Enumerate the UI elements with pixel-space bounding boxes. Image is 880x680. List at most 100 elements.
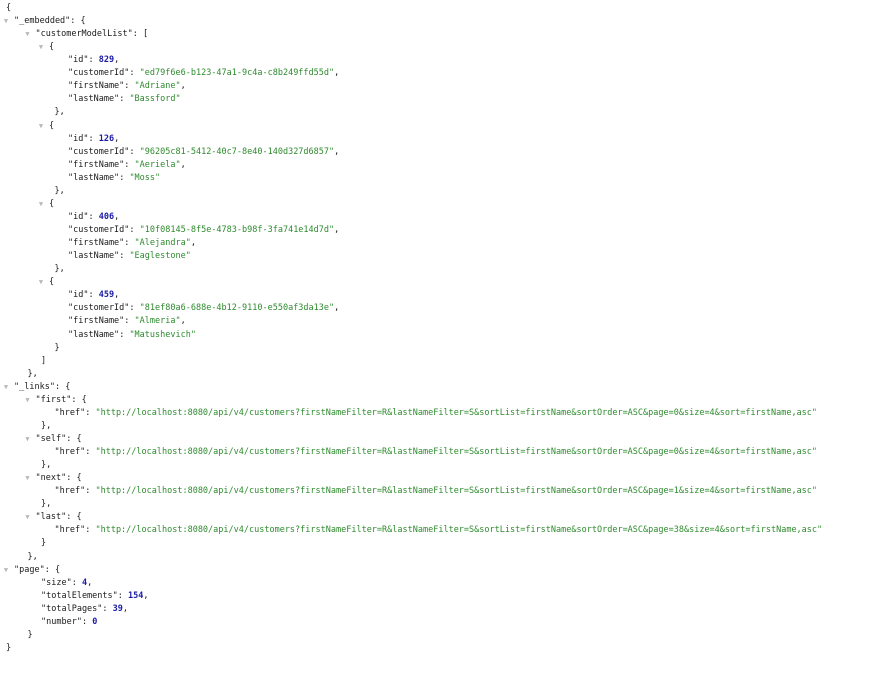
json-line: "href": "http://localhost:8080/api/v4/cu… (0, 407, 880, 420)
json-line-content: }, (41, 498, 51, 511)
json-punctuation: }, (54, 264, 65, 275)
json-line: }, (0, 263, 880, 276)
json-key: "page" (14, 564, 45, 575)
json-key: "_embedded" (14, 16, 71, 27)
json-punctuation: : (102, 603, 113, 614)
json-line-content: "totalElements": 154, (41, 590, 149, 603)
json-string-value: "http://localhost:8080/api/v4/customers?… (95, 525, 823, 536)
json-number-value: 459 (98, 290, 115, 301)
json-punctuation: , (180, 159, 186, 170)
json-line-content: } (28, 629, 33, 642)
json-line-content: "href": "http://localhost:8080/api/v4/cu… (55, 485, 818, 498)
json-line-content: ] (41, 355, 46, 368)
json-punctuation: , (180, 81, 186, 92)
json-line-content: { (49, 120, 54, 133)
json-punctuation: : (124, 316, 135, 327)
json-key: "id" (68, 211, 89, 222)
collapse-triangle-icon[interactable]: ▼ (24, 28, 32, 41)
collapse-triangle-icon[interactable]: ▼ (2, 15, 10, 28)
json-line-content: "customerId": "ed79f6e6-b123-47a1-9c4a-c… (68, 67, 339, 80)
json-key: "firstName" (68, 316, 125, 327)
json-key: "lastName" (68, 172, 120, 183)
collapse-triangle-icon[interactable]: ▼ (24, 472, 32, 485)
json-line: } (0, 629, 880, 642)
json-punctuation: : (119, 329, 130, 340)
json-line: "lastName": "Moss" (0, 172, 880, 185)
json-punctuation: , (122, 603, 129, 614)
json-punctuation: : { (66, 512, 82, 523)
json-punctuation: : { (70, 16, 86, 27)
json-punctuation: : (129, 68, 140, 79)
json-punctuation: , (180, 316, 186, 327)
json-line-content: "lastName": "Bassford" (68, 93, 181, 106)
collapse-triangle-icon[interactable]: ▼ (37, 198, 45, 211)
json-punctuation: } (27, 629, 33, 640)
collapse-triangle-icon[interactable]: ▼ (24, 511, 32, 524)
json-line: "customerId": "96205c81-5412-40c7-8e40-1… (0, 146, 880, 159)
json-line: { (0, 2, 880, 15)
json-string-value: "Aeriela" (134, 159, 181, 170)
json-line: "href": "http://localhost:8080/api/v4/cu… (0, 485, 880, 498)
json-string-value: "Matushevich" (129, 329, 196, 340)
json-punctuation: : { (66, 433, 82, 444)
json-line: "firstName": "Adriane", (0, 80, 880, 93)
json-punctuation: : (88, 55, 99, 66)
json-line: "firstName": "Alejandra", (0, 237, 880, 250)
json-line-content: "id": 126, (68, 133, 119, 146)
json-line: }, (0, 498, 880, 511)
json-line-content: "customerId": "81ef80a6-688e-4b12-9110-e… (68, 302, 339, 315)
json-punctuation: }, (27, 551, 38, 562)
json-key: "_links" (14, 381, 55, 392)
json-line: "customerId": "10f08145-8f5e-4783-b98f-3… (0, 224, 880, 237)
json-line: "id": 126, (0, 133, 880, 146)
collapse-triangle-icon[interactable]: ▼ (24, 433, 32, 446)
json-punctuation: : (81, 616, 93, 627)
json-punctuation: : (117, 590, 129, 601)
json-number-value: 154 (128, 590, 144, 601)
json-line-content: }, (55, 263, 65, 276)
collapse-triangle-icon[interactable]: ▼ (37, 276, 45, 289)
collapse-triangle-icon[interactable]: ▼ (37, 41, 45, 54)
collapse-triangle-icon[interactable]: ▼ (24, 394, 32, 407)
json-punctuation: , (114, 290, 120, 301)
collapse-triangle-icon[interactable]: ▼ (2, 564, 10, 577)
json-line: ▼ "next": { (0, 472, 880, 485)
json-line-content: { (6, 2, 11, 15)
json-string-value: "http://localhost:8080/api/v4/customers?… (95, 407, 818, 418)
json-punctuation: : (85, 407, 96, 418)
json-line-content: { (49, 41, 54, 54)
json-line: "id": 406, (0, 211, 880, 224)
json-punctuation: , (143, 590, 149, 601)
json-key: "href" (54, 486, 86, 497)
json-key: "customerModelList" (35, 29, 133, 40)
json-punctuation: : (85, 525, 96, 536)
collapse-triangle-icon[interactable]: ▼ (2, 381, 10, 394)
json-string-value: "Moss" (129, 172, 161, 183)
collapse-triangle-icon[interactable]: ▼ (37, 120, 45, 133)
json-punctuation: : { (71, 394, 87, 405)
json-punctuation: : (119, 251, 130, 262)
json-punctuation: } (41, 538, 47, 549)
json-punctuation: : (129, 303, 140, 314)
json-line-content: } (41, 537, 46, 550)
json-key: "lastName" (68, 251, 120, 262)
json-punctuation: , (190, 238, 196, 249)
json-punctuation: : (88, 133, 99, 144)
json-key: "href" (54, 525, 86, 536)
json-line-content: } (55, 342, 60, 355)
json-punctuation: , (114, 211, 120, 222)
json-punctuation: { (49, 277, 55, 288)
json-line: "customerId": "81ef80a6-688e-4b12-9110-e… (0, 302, 880, 315)
json-line-content: "_links": { (14, 381, 70, 394)
json-line: ▼{ (0, 198, 880, 211)
json-punctuation: : (119, 94, 130, 105)
json-punctuation: }, (41, 420, 52, 431)
json-punctuation: , (334, 225, 340, 236)
json-line: "href": "http://localhost:8080/api/v4/cu… (0, 446, 880, 459)
json-key: "totalPages" (41, 603, 103, 614)
json-punctuation: , (114, 133, 120, 144)
json-line-content: }, (28, 368, 38, 381)
json-number-value: 406 (98, 211, 115, 222)
json-key: "href" (54, 407, 86, 418)
json-line-content: "customerModelList": [ (36, 28, 149, 41)
